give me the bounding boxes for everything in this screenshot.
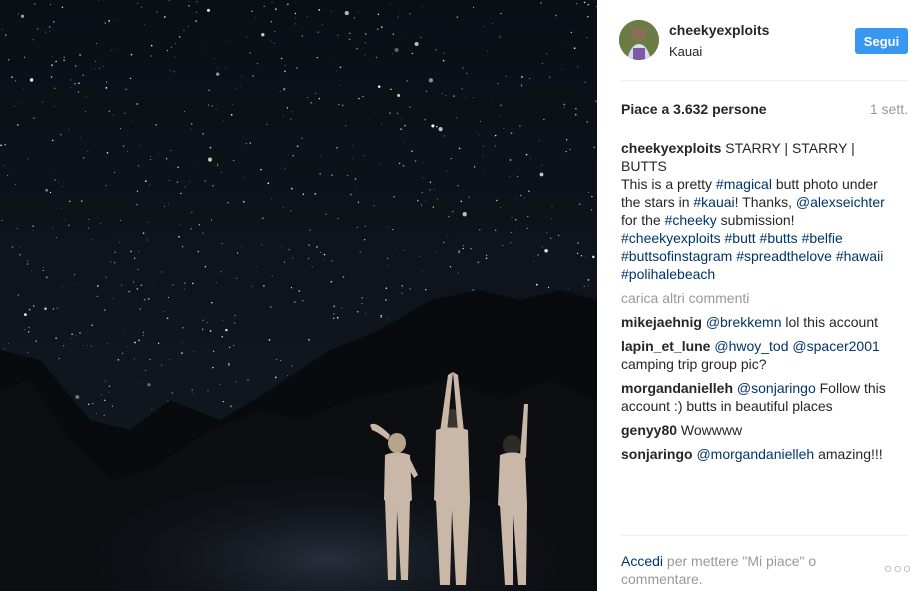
post-header: cheekyexploits Kauai Segui [597,0,916,80]
night-sky-image [0,0,597,591]
comment-item: genyy80 Wowwww [621,421,891,439]
post-photo[interactable] [0,0,597,591]
comment-text: amazing!!! [814,446,883,462]
comment-username[interactable]: sonjaringo [621,446,693,462]
comment-item: lapin_et_lune @hwoy_tod @spacer2001 camp… [621,337,891,373]
hashtag-link[interactable]: #polihalebeach [621,266,715,282]
caption: cheekyexploits STARRY | STARRY | BUTTS T… [621,139,891,283]
mention-link[interactable]: @brekkemn [706,314,782,330]
hashtag-link[interactable]: #hawaii [836,248,883,264]
comment-text: lol this account [781,314,878,330]
follow-button[interactable]: Segui [855,28,908,54]
comment-text: camping trip group pic? [621,356,767,372]
caption-text: This is a pretty [621,176,716,192]
hashtag-link[interactable]: #belfie [802,230,843,246]
comment-item: morgandanielleh @sonjaringo Follow this … [621,379,891,415]
mention-link[interactable]: @hwoy_tod [714,338,788,354]
avatar-image [619,20,659,60]
mention-link[interactable]: @morgandanielleh [696,446,814,462]
comment-username[interactable]: mikejaehnig [621,314,702,330]
caption-text: for the [621,212,665,228]
comment-username[interactable]: genyy80 [621,422,677,438]
hashtag-link[interactable]: #butts [760,230,798,246]
footer-divider [621,535,908,536]
hashtag-link[interactable]: #butt [725,230,756,246]
comment-username[interactable]: morgandanielleh [621,380,733,396]
likes-count[interactable]: Piace a 3.632 persone [621,101,767,117]
hashtag-link[interactable]: #kauai [693,194,734,210]
hashtag-link[interactable]: #cheekyexploits [621,230,721,246]
hashtag-link[interactable]: #buttsofinstagram [621,248,732,264]
mention-link[interactable]: @alexseichter [796,194,885,210]
comment-item: sonjaringo @morgandanielleh amazing!!! [621,445,891,463]
post-timestamp[interactable]: 1 sett. [870,101,908,117]
comment-item: mikejaehnig @brekkemn lol this account [621,313,891,331]
caption-text: ! Thanks, [734,194,796,210]
login-prompt: Accedi per mettere "Mi piace" o commenta… [621,552,851,588]
hashtag-link[interactable]: #magical [716,176,772,192]
caption-username[interactable]: cheekyexploits [621,140,721,156]
instagram-post: cheekyexploits Kauai Segui Piace a 3.632… [0,0,916,591]
mention-link[interactable]: @sonjaringo [737,380,816,396]
comment-text: Wowwww [677,422,743,438]
hashtag-link[interactable]: #cheeky [665,212,717,228]
more-options-icon[interactable]: ○○○ [884,560,912,576]
hashtag-link[interactable]: #spreadthelove [736,248,832,264]
username-link[interactable]: cheekyexploits [669,22,769,38]
comments-list: cheekyexploits STARRY | STARRY | BUTTS T… [621,139,891,469]
caption-text: submission! [716,212,795,228]
comment-username[interactable]: lapin_et_lune [621,338,710,354]
avatar[interactable] [619,20,659,60]
login-link[interactable]: Accedi [621,553,663,569]
location-link[interactable]: Kauai [669,44,702,59]
mention-link[interactable]: @spacer2001 [792,338,879,354]
load-more-comments-link[interactable]: carica altri commenti [621,289,891,307]
header-divider [621,80,908,81]
post-sidebar: cheekyexploits Kauai Segui Piace a 3.632… [597,0,916,591]
